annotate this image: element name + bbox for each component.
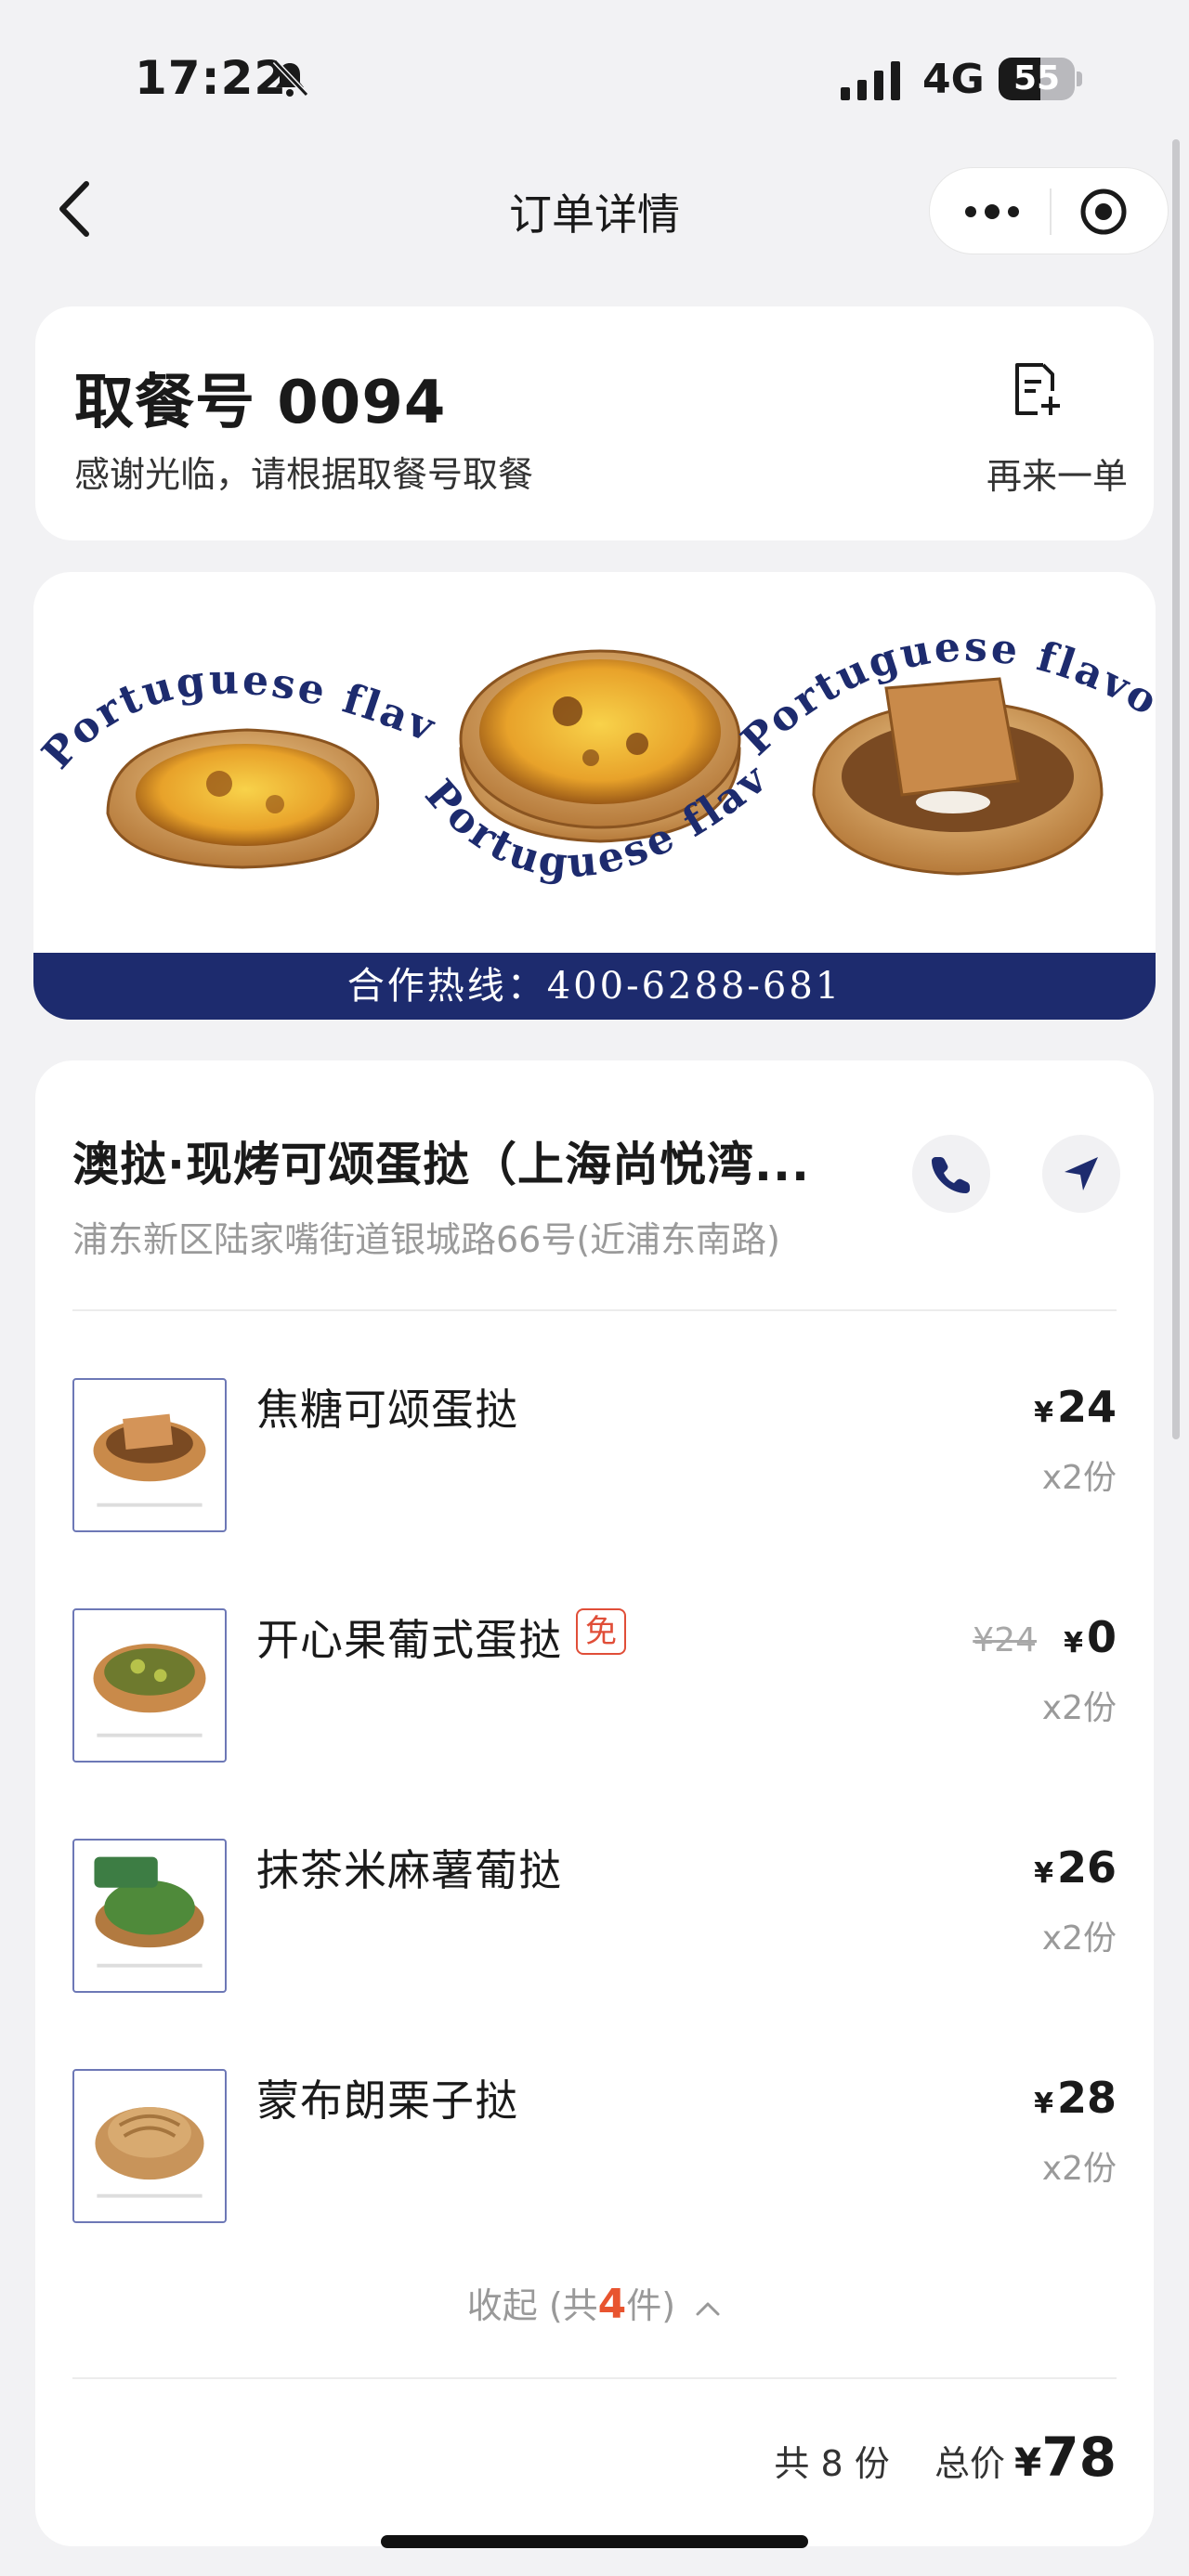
reorder-button[interactable]: 再来一单 bbox=[964, 448, 1150, 499]
bell-muted-icon bbox=[272, 59, 309, 98]
item-price: ¥24 bbox=[1034, 1382, 1117, 1432]
item-thumbnail bbox=[72, 1378, 227, 1532]
item-count: 4 bbox=[597, 2281, 627, 2328]
store-name[interactable]: 澳挞·现烤可颂蛋挞（上海尚悦湾... bbox=[72, 1127, 890, 1194]
collapse-toggle[interactable]: 收起 (共4件) bbox=[35, 2277, 1154, 2328]
item-name: 焦糖可颂蛋挞 bbox=[256, 1385, 518, 1435]
status-time: 17:22 bbox=[135, 51, 288, 105]
status-bar: 17:22 4G 55 bbox=[0, 0, 1189, 149]
order-item[interactable]: 蒙布朗栗子挞 ¥28 x2份 bbox=[72, 2069, 1117, 2227]
order-summary: 共 8 份 总价 ¥78 bbox=[774, 2426, 1117, 2489]
divider bbox=[72, 2377, 1117, 2379]
item-quantity: x2份 bbox=[1041, 2150, 1117, 2188]
navigation-arrow-icon bbox=[1065, 1157, 1098, 1190]
egg-tart-banner-image: Portuguese flavour Portuguese flavour Po… bbox=[33, 572, 1156, 887]
order-item[interactable]: 开心果葡式蛋挞 免 ¥24 ¥0 x2份 bbox=[72, 1608, 1117, 1766]
banner-hotline: 合作热线：400-6288-681 bbox=[33, 953, 1156, 1020]
total-amount: 78 bbox=[1041, 2426, 1117, 2489]
item-thumbnail bbox=[72, 1608, 227, 1763]
battery-icon: 55 bbox=[999, 58, 1082, 100]
item-name: 蒙布朗栗子挞 bbox=[256, 2075, 518, 2126]
chevron-up-icon bbox=[696, 2302, 720, 2315]
item-thumbnail bbox=[72, 2069, 227, 2223]
item-thumbnail bbox=[72, 1839, 227, 1993]
item-quantity: x2份 bbox=[1041, 1919, 1117, 1958]
tart-right-image bbox=[812, 677, 1104, 876]
promo-banner[interactable]: Portuguese flavour Portuguese flavour Po… bbox=[33, 572, 1156, 1020]
item-price: ¥28 bbox=[1034, 2073, 1117, 2123]
item-original-price: ¥24 bbox=[973, 1621, 1037, 1659]
tart-left-image bbox=[106, 728, 380, 869]
store-address: 浦东新区陆家嘴街道银城路66号(近浦东南路) bbox=[72, 1219, 781, 1260]
total-label: 总价 bbox=[934, 2443, 1006, 2484]
order-item[interactable]: 抹茶米麻薯葡挞 ¥26 x2份 bbox=[72, 1839, 1117, 1997]
pickup-card: 取餐号 0094 感谢光临，请根据取餐号取餐 再来一单 bbox=[35, 306, 1154, 540]
collapse-prefix: 收起 (共 bbox=[466, 2285, 598, 2326]
call-store-button[interactable] bbox=[912, 1135, 990, 1213]
capsule-divider bbox=[1050, 189, 1052, 235]
order-item[interactable]: 焦糖可颂蛋挞 ¥24 x2份 bbox=[72, 1378, 1117, 1536]
item-quantity: x2份 bbox=[1041, 1459, 1117, 1497]
item-price: ¥0 bbox=[1064, 1612, 1117, 1662]
home-indicator[interactable] bbox=[381, 2535, 808, 2548]
free-tag: 免 bbox=[576, 1608, 626, 1655]
pickup-instructions: 感谢光临，请根据取餐号取餐 bbox=[74, 454, 534, 495]
phone-icon bbox=[932, 1157, 970, 1193]
close-target-icon[interactable] bbox=[1078, 187, 1129, 237]
scrollbar[interactable] bbox=[1172, 139, 1180, 1439]
reorder-icon[interactable] bbox=[1006, 359, 1065, 419]
collapse-suffix: 件) bbox=[626, 2285, 676, 2326]
item-name: 抹茶米麻薯葡挞 bbox=[256, 1845, 562, 1895]
item-price: ¥26 bbox=[1034, 1842, 1117, 1893]
more-icon[interactable] bbox=[958, 189, 1026, 235]
network-label: 4G bbox=[922, 56, 985, 103]
mini-program-capsule bbox=[929, 167, 1169, 254]
order-card: 澳挞·现烤可颂蛋挞（上海尚悦湾... 浦东新区陆家嘴街道银城路66号(近浦东南路… bbox=[35, 1060, 1154, 2546]
pickup-number: 取餐号 0094 bbox=[74, 369, 447, 437]
total-count: 共 8 份 bbox=[774, 2443, 890, 2484]
divider bbox=[72, 1309, 1117, 1311]
navigate-button[interactable] bbox=[1042, 1135, 1120, 1213]
signal-icon bbox=[841, 61, 900, 100]
item-quantity: x2份 bbox=[1041, 1689, 1117, 1727]
item-name: 开心果葡式蛋挞 bbox=[256, 1615, 562, 1665]
total-currency: ¥ bbox=[1014, 2439, 1042, 2485]
battery-level: 55 bbox=[1013, 59, 1061, 98]
